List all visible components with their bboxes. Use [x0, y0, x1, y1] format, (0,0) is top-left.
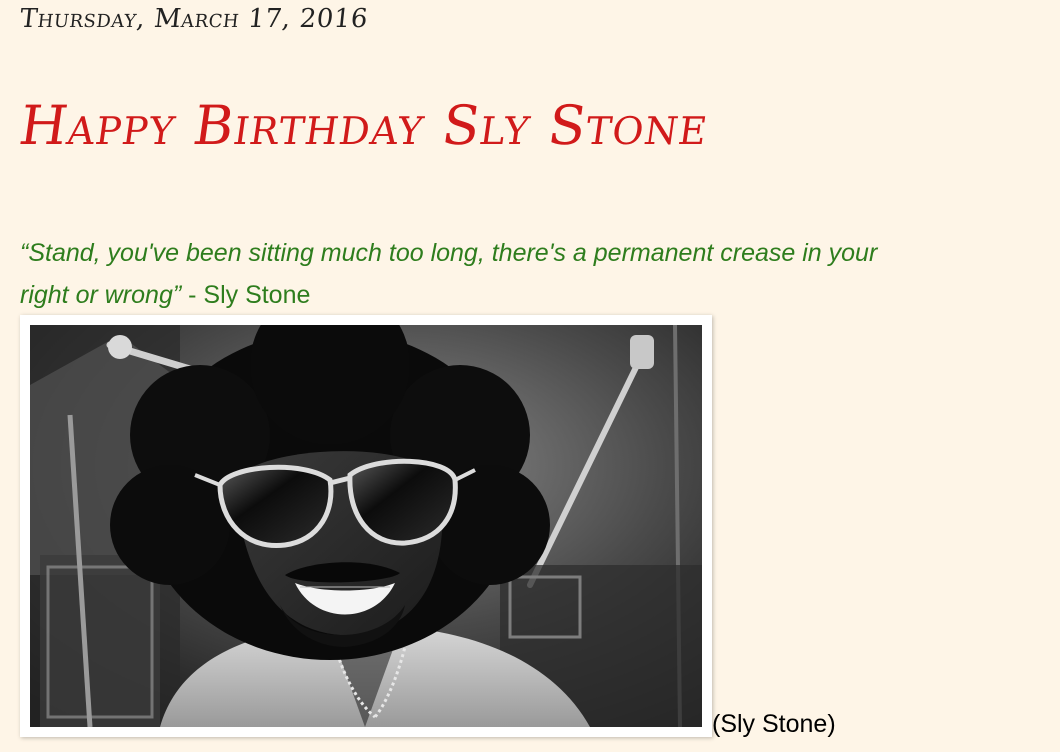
quote-text-line-2: right or wrong”	[20, 281, 182, 309]
post-quote: “Stand, you've been sitting much too lon…	[20, 232, 1060, 316]
post-date-header: Thursday, March 17, 2016	[18, 4, 370, 34]
post-image-frame[interactable]	[20, 315, 712, 737]
photo-illustration	[30, 325, 702, 727]
quote-attribution: - Sly Stone	[181, 281, 311, 309]
quote-line-2: right or wrong” - Sly Stone	[20, 274, 1060, 316]
image-caption: (Sly Stone)	[712, 710, 836, 738]
quote-text-line-1: “Stand, you've been sitting much too lon…	[20, 239, 878, 267]
post-title[interactable]: Happy Birthday Sly Stone	[16, 94, 713, 157]
sly-stone-photo[interactable]	[30, 325, 702, 727]
quote-line-1: “Stand, you've been sitting much too lon…	[20, 232, 1060, 274]
